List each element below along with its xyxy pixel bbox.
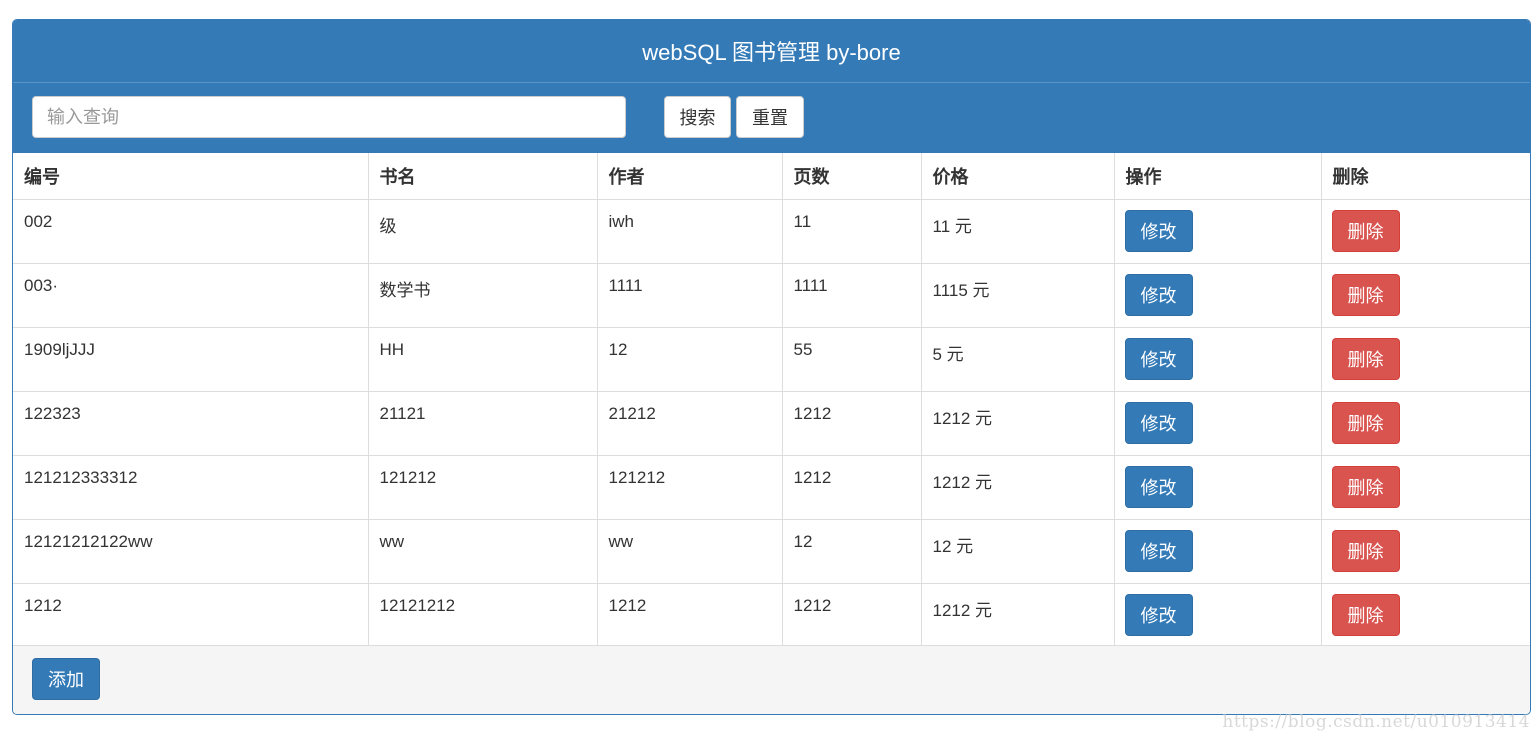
cell-price: 1115 元	[921, 263, 1115, 328]
cell-action: 修改	[1114, 263, 1322, 328]
cell-id: 003·	[13, 263, 369, 328]
cell-author: ww	[597, 519, 783, 584]
cell-delete: 删除	[1321, 583, 1530, 648]
cell-price: 11 元	[921, 199, 1115, 264]
add-button[interactable]: 添加	[32, 658, 100, 700]
cell-id: 1909ljJJJ	[13, 327, 369, 392]
cell-pages: 12	[782, 519, 922, 584]
delete-button[interactable]: 删除	[1331, 210, 1400, 252]
cell-author: 12	[597, 327, 783, 392]
cell-pages: 11	[782, 199, 922, 264]
cell-delete: 删除	[1321, 199, 1530, 264]
cell-id: 002	[13, 199, 369, 264]
cell-price: 5 元	[921, 327, 1115, 392]
cell-action: 修改	[1114, 583, 1322, 648]
cell-delete: 删除	[1321, 519, 1530, 584]
panel-footer: 添加	[13, 645, 1530, 714]
table-row: 12121212122ww ww ww 12 12 元 修改 删除	[13, 519, 1530, 584]
cell-name: 121212	[368, 455, 598, 520]
cell-author: 1212	[597, 583, 783, 648]
column-header-price: 价格	[921, 153, 1115, 200]
column-header-name: 书名	[368, 153, 598, 200]
cell-id: 121212333312	[13, 455, 369, 520]
column-header-pages: 页数	[782, 153, 922, 200]
cell-id: 12121212122ww	[13, 519, 369, 584]
cell-name: HH	[368, 327, 598, 392]
cell-id: 1212	[13, 583, 369, 648]
cell-action: 修改	[1114, 519, 1322, 584]
cell-delete: 删除	[1321, 327, 1530, 392]
delete-button[interactable]: 删除	[1331, 402, 1400, 444]
column-header-author: 作者	[597, 153, 783, 200]
delete-button[interactable]: 删除	[1331, 594, 1400, 636]
delete-button[interactable]: 删除	[1331, 338, 1400, 380]
edit-button[interactable]: 修改	[1124, 466, 1193, 508]
column-header-delete: 删除	[1321, 153, 1530, 200]
cell-action: 修改	[1114, 199, 1322, 264]
cell-name: 12121212	[368, 583, 598, 648]
cell-name: ww	[368, 519, 598, 584]
cell-price: 1212 元	[921, 455, 1115, 520]
cell-name: 21121	[368, 391, 598, 456]
cell-action: 修改	[1114, 391, 1322, 456]
watermark-url: https://blog.csdn.net/u010913414	[1222, 712, 1530, 732]
cell-action: 修改	[1114, 327, 1322, 392]
table-row: 1212 12121212 1212 1212 1212 元 修改 删除	[13, 583, 1530, 648]
column-header-id: 编号	[13, 153, 369, 200]
column-header-action: 操作	[1114, 153, 1322, 200]
edit-button[interactable]: 修改	[1124, 530, 1193, 572]
cell-author: 121212	[597, 455, 783, 520]
edit-button[interactable]: 修改	[1124, 594, 1193, 636]
table-row: 002 级 iwh 11 11 元 修改 删除	[13, 199, 1530, 264]
cell-author: 1111	[597, 263, 783, 328]
book-panel: webSQL 图书管理 by-bore 搜索 重置 编号 书名 作者 页数 价格…	[12, 19, 1531, 715]
table-row: 122323 21121 21212 1212 1212 元 修改 删除	[13, 391, 1530, 456]
search-button[interactable]: 搜索	[664, 96, 731, 138]
delete-button[interactable]: 删除	[1331, 466, 1400, 508]
cell-pages: 1111	[782, 263, 922, 328]
table-row: 1909ljJJJ HH 12 55 5 元 修改 删除	[13, 327, 1530, 392]
cell-author: 21212	[597, 391, 783, 456]
table-header-row: 编号 书名 作者 页数 价格 操作 删除	[13, 153, 1530, 200]
delete-button[interactable]: 删除	[1331, 530, 1400, 572]
search-input[interactable]	[32, 96, 626, 138]
edit-button[interactable]: 修改	[1124, 210, 1193, 252]
cell-pages: 55	[782, 327, 922, 392]
cell-pages: 1212	[782, 391, 922, 456]
page-title: webSQL 图书管理 by-bore	[642, 40, 901, 65]
cell-delete: 删除	[1321, 455, 1530, 520]
edit-button[interactable]: 修改	[1124, 402, 1193, 444]
cell-price: 12 元	[921, 519, 1115, 584]
table-row: 003· 数学书 1111 1111 1115 元 修改 删除	[13, 263, 1530, 328]
cell-id: 122323	[13, 391, 369, 456]
cell-pages: 1212	[782, 583, 922, 648]
edit-button[interactable]: 修改	[1124, 274, 1193, 316]
cell-delete: 删除	[1321, 263, 1530, 328]
cell-name: 级	[368, 199, 598, 264]
search-toolbar: 搜索 重置	[13, 83, 1530, 153]
cell-price: 1212 元	[921, 583, 1115, 648]
edit-button[interactable]: 修改	[1124, 338, 1193, 380]
cell-action: 修改	[1114, 455, 1322, 520]
books-table: 编号 书名 作者 页数 价格 操作 删除 002 级 iwh 11 11 元 修…	[13, 153, 1530, 648]
delete-button[interactable]: 删除	[1331, 274, 1400, 316]
panel-heading: webSQL 图书管理 by-bore	[13, 20, 1530, 83]
cell-price: 1212 元	[921, 391, 1115, 456]
cell-name: 数学书	[368, 263, 598, 328]
cell-pages: 1212	[782, 455, 922, 520]
reset-button[interactable]: 重置	[736, 96, 804, 138]
table-row: 121212333312 121212 121212 1212 1212 元 修…	[13, 455, 1530, 520]
cell-author: iwh	[597, 199, 783, 264]
cell-delete: 删除	[1321, 391, 1530, 456]
